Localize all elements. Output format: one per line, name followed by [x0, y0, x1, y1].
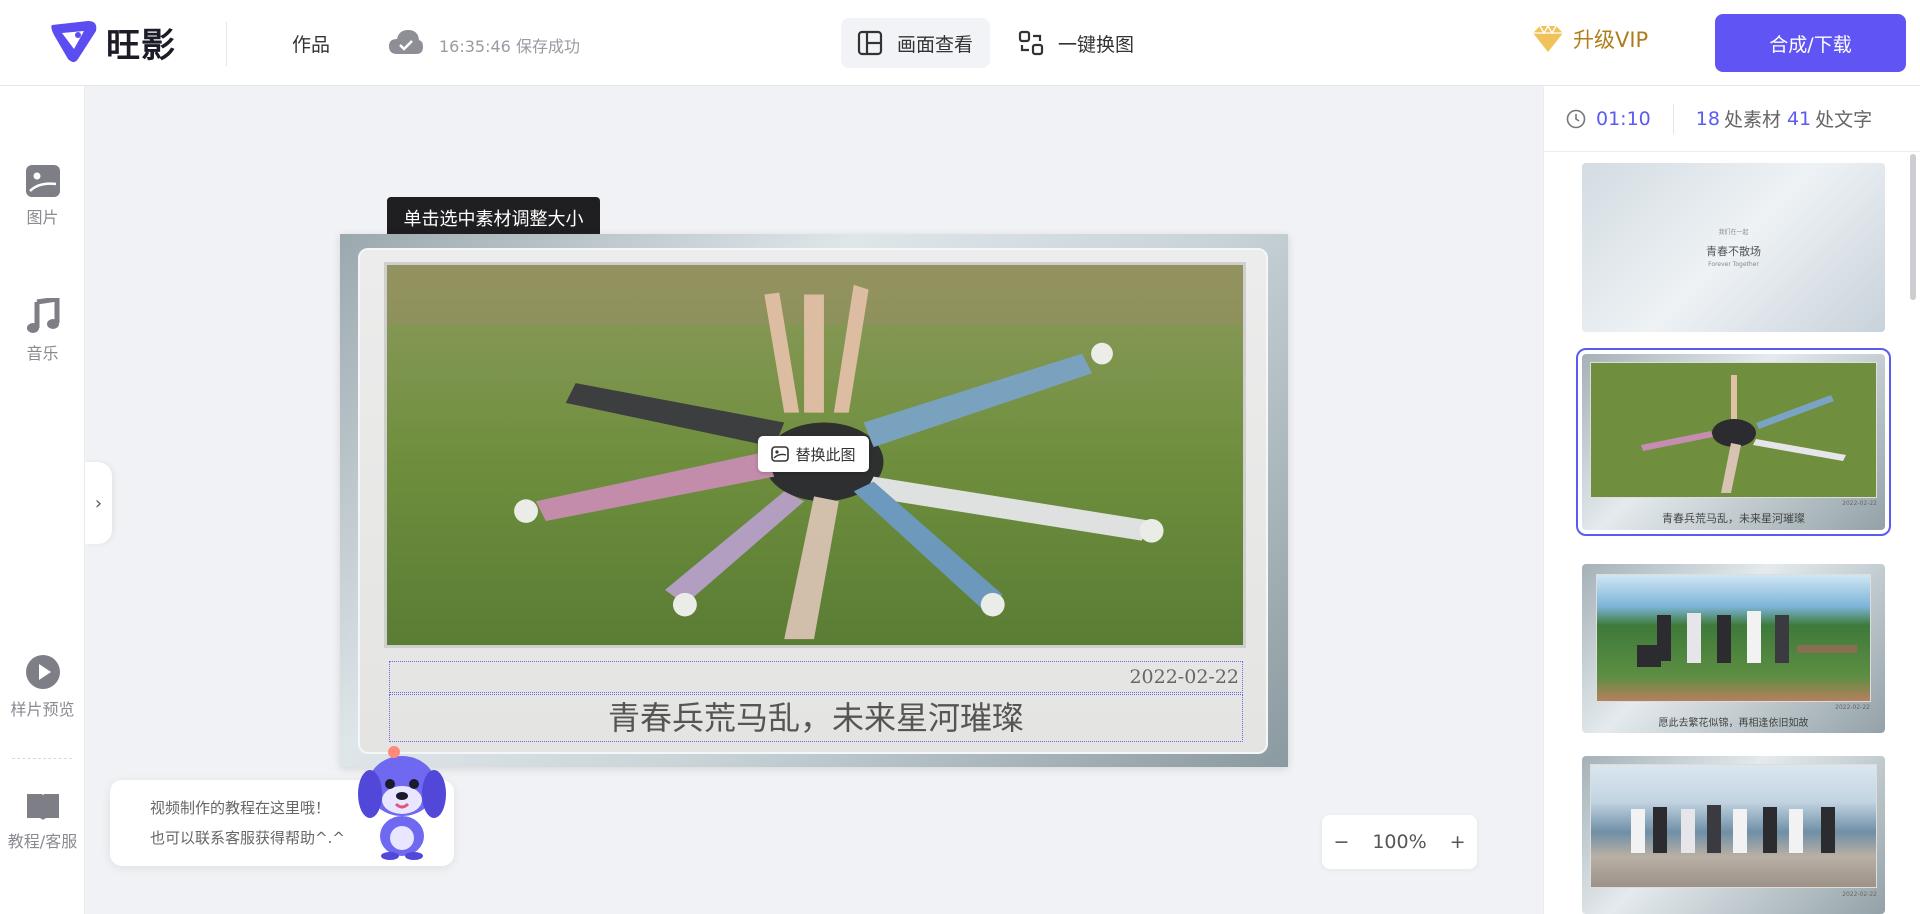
thumb-date: 2022-02-22 [1842, 891, 1877, 898]
thumb-date: 2022-02-22 [1842, 500, 1877, 507]
slide-date-text[interactable]: 2022-02-22 [389, 661, 1243, 693]
cloud-check-icon [389, 30, 423, 54]
zoom-out-button[interactable]: − [1333, 831, 1349, 853]
logo-icon [51, 20, 97, 62]
thumb-caption: 青春兵荒马乱，未来星河璀璨 [1662, 512, 1805, 525]
zoom-in-button[interactable]: + [1450, 831, 1466, 853]
slide-caption-text[interactable]: 青春兵荒马乱，未来星河璀璨 [389, 694, 1243, 742]
header-divider [226, 22, 227, 66]
sidebar-item-images[interactable]: 图片 [0, 164, 85, 228]
left-sidebar: 图片 音乐 样片预览 教程/客服 [0, 86, 85, 914]
swap-images-button[interactable]: 一键换图 [1018, 18, 1134, 68]
view-canvas-button[interactable]: 画面查看 [841, 18, 990, 68]
replace-image-label: 替换此图 [795, 445, 856, 464]
thumb-title: 青春不散场 [1706, 245, 1761, 258]
clock-icon [1566, 109, 1586, 128]
zoom-control: − 100% + [1322, 815, 1477, 869]
slide-thumb-4[interactable]: 2022-02-22 [1582, 756, 1885, 914]
thumb-caption: 愿此去繁花似锦，再相逢依旧如故 [1658, 718, 1809, 729]
nav-works-link[interactable]: 作品 [292, 30, 330, 57]
swap-images-label: 一键换图 [1058, 33, 1135, 56]
image-icon [25, 165, 60, 197]
duration-text: 01:10 [1596, 107, 1651, 130]
slide-thumb-2[interactable]: 2022-02-22 青春兵荒马乱，未来星河璀璨 [1576, 348, 1891, 536]
project-summary: 01:10 18 处素材 41 处文字 [1544, 86, 1920, 152]
text-count: 41 [1786, 107, 1812, 130]
image-icon [771, 446, 790, 462]
right-panel: 01:10 18 处素材 41 处文字 我们在一起 青春不散场 Forever … [1543, 86, 1920, 914]
book-icon [26, 794, 59, 820]
replace-image-button[interactable]: 替换此图 [758, 436, 869, 472]
play-icon [25, 655, 60, 689]
swap-image-icon [1018, 30, 1044, 56]
sidebar-item-music[interactable]: 音乐 [0, 298, 85, 364]
upgrade-vip-label: 升级VIP [1573, 28, 1649, 52]
sidebar-item-label: 图片 [26, 208, 59, 227]
sidebar-item-label: 音乐 [26, 344, 59, 363]
sidebar-item-label: 教程/客服 [7, 832, 78, 851]
thumb-photo [1590, 362, 1877, 498]
resize-tooltip: 单击选中素材调整大小 [387, 197, 600, 239]
thumb-kicker: 我们在一起 [1718, 229, 1749, 236]
top-header: 旺影 作品 16:35:46 保存成功 画面查看 一键换图 升级VIP 合成/下… [0, 0, 1920, 86]
thumb-photo [1590, 764, 1877, 888]
zoom-level: 100% [1372, 831, 1427, 853]
thumb-photo-image [1641, 375, 1846, 493]
sidebar-item-preview[interactable]: 样片预览 [0, 654, 85, 720]
material-count: 18 [1695, 107, 1720, 130]
thumb-date: 2022-02-22 [1835, 704, 1870, 711]
summary-divider [1672, 103, 1674, 134]
music-icon [26, 298, 59, 333]
help-line-2: 也可以联系客服获得帮助^.^ [150, 829, 345, 847]
text-label: 处文字 [1815, 109, 1873, 131]
brand-logo[interactable]: 旺影 [48, 18, 176, 67]
help-line-1: 视频制作的教程在这里哦！ [150, 799, 331, 817]
thumb-photo-image [1637, 611, 1857, 667]
thumb-list-scrollbar[interactable] [1910, 154, 1916, 300]
slide-thumb-3[interactable]: 2022-02-22 愿此去繁花似锦，再相逢依旧如故 [1582, 564, 1885, 733]
view-canvas-label: 画面查看 [897, 33, 974, 56]
thumb-photo-image [1631, 805, 1835, 853]
layout-icon [857, 30, 883, 56]
merge-download-button[interactable]: 合成/下载 [1715, 14, 1906, 72]
brand-name: 旺影 [106, 26, 176, 66]
chevron-right-icon: › [94, 492, 103, 514]
upgrade-vip-button[interactable]: 升级VIP [1531, 24, 1648, 54]
sidebar-item-label: 样片预览 [10, 700, 75, 719]
save-status-text: 16:35:46 保存成功 [439, 37, 580, 56]
sidebar-divider [12, 758, 72, 759]
mascot-dog-icon[interactable] [352, 738, 452, 860]
diamond-icon [1533, 24, 1563, 52]
thumb-photo [1596, 574, 1871, 702]
material-label: 处素材 [1723, 109, 1781, 131]
sidebar-item-tutorial[interactable]: 教程/客服 [0, 792, 85, 852]
thumb-subtitle: Forever Together [1708, 261, 1759, 268]
slide-thumb-1[interactable]: 我们在一起 青春不散场 Forever Together [1582, 163, 1885, 332]
sidebar-expand-tab[interactable]: › [85, 462, 112, 544]
